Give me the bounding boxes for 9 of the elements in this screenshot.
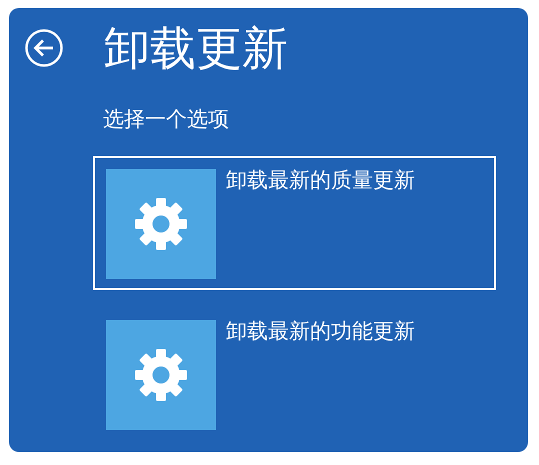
back-button[interactable]	[24, 28, 64, 68]
subtitle: 选择一个选项	[103, 106, 230, 132]
option-label: 卸载最新的质量更新	[226, 167, 415, 193]
page-title: 卸载更新	[104, 20, 288, 76]
gear-icon	[133, 347, 189, 403]
option-item[interactable]: 卸载最新的功能更新	[93, 307, 496, 441]
gear-icon	[133, 196, 189, 252]
option-item[interactable]: 卸载最新的质量更新	[93, 156, 496, 290]
option-label: 卸载最新的功能更新	[226, 318, 415, 344]
